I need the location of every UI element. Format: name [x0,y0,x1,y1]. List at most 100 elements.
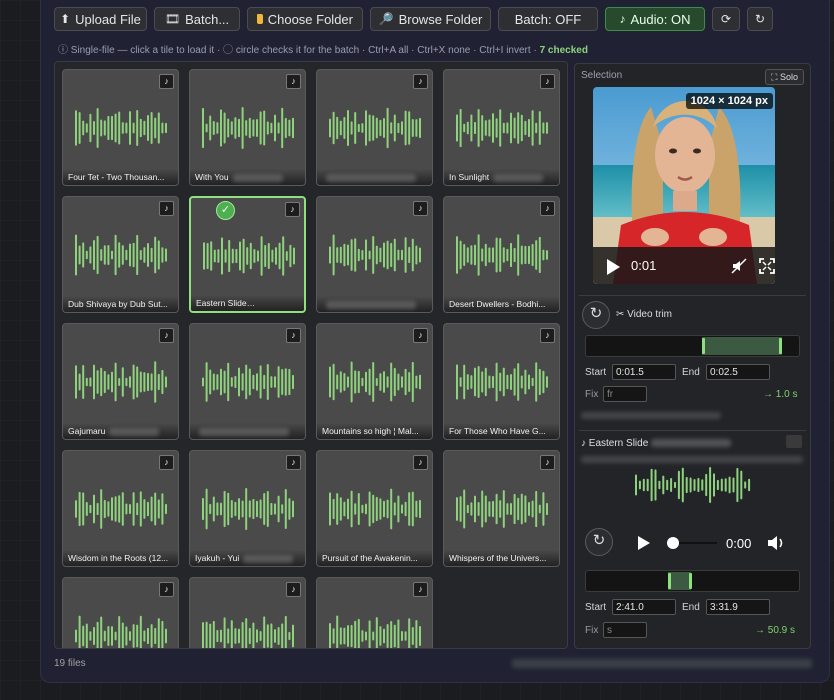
caption-redacted [493,173,544,182]
video-fix-label: Fix [585,389,599,400]
tile-caption: Iyakuh - Yui [190,550,305,566]
reload-button[interactable]: ↻ [747,7,773,31]
upload-file-button[interactable]: ⬆ Upload File [54,7,147,31]
batch-button[interactable]: 🎞 Batch... [154,7,240,31]
file-tile[interactable]: ♪ [316,69,433,186]
file-tile[interactable]: ♪ Pursuit of the Awakenin... [316,450,433,567]
music-note-icon: ♪ [540,455,555,470]
muted-speaker-icon[interactable] [731,258,747,274]
audio-seek-bar[interactable] [679,542,717,544]
tile-caption-text: Four Tet - Two Thousan... [68,172,165,182]
selection-panel: Selection ⛶ Solo 1024 × 1024 px 0:01 ↻ ✂… [574,63,811,649]
caption-redacted [199,427,289,436]
caption-redacted [326,300,416,309]
waveform-icon [456,489,548,529]
tile-caption-text: In Sunlight [449,172,490,182]
file-tile[interactable]: ♪ Iyakuh - Yui [189,450,306,567]
waveform-bar [720,478,723,492]
waveform-icon [329,107,421,149]
audio-option-toggle[interactable] [786,435,802,448]
video-trim-start-handle[interactable] [702,338,706,354]
music-note-icon: ♪ [285,202,300,217]
caption-redacted [243,554,294,563]
video-trim-end-handle[interactable] [779,338,783,354]
audio-start-field[interactable] [612,599,676,615]
fullscreen-icon[interactable] [759,258,775,274]
waveform-bar [654,469,657,501]
file-tile[interactable]: ♪ ✓ Eastern Slide [189,196,306,313]
video-play-icon[interactable] [607,259,620,275]
waveform-bar [744,481,747,489]
solo-button[interactable]: ⛶ Solo [765,69,804,85]
waveform-bar [681,467,684,503]
video-trim-label: ✂ Video trim [616,309,672,320]
audio-reset-button[interactable]: ↻ [585,528,613,556]
audio-end-field[interactable] [706,599,770,615]
file-tile[interactable]: ♪ With You [189,69,306,186]
video-trim-selection [702,337,783,355]
file-tile[interactable]: ♪ Mountains so high ¦ Mal... [316,323,433,440]
file-tile[interactable]: ♪ [189,577,306,648]
file-tile[interactable]: ♪ [62,577,179,648]
video-info-redacted [581,412,721,419]
waveform-icon [456,234,548,276]
waveform-bar [650,468,653,502]
folder-icon [257,14,263,24]
audio-seek-knob[interactable] [667,537,679,549]
waveform-icon [75,489,167,529]
music-note-icon: ♪ [413,455,428,470]
video-trim-track[interactable] [585,335,800,357]
music-note-icon: ♪ [159,455,174,470]
file-tile[interactable]: ♪ Dub Shivaya by Dub Sut... [62,196,179,313]
audio-trim-start-handle[interactable] [668,573,672,589]
reset-icon: ↻ [592,532,606,549]
audio-toggle-label: Audio: ON [630,11,691,27]
batch-check-icon[interactable]: ✓ [216,201,235,220]
file-tile[interactable]: ♪ Gajumaru [62,323,179,440]
video-reset-button[interactable]: ↻ [582,301,610,329]
waveform-icon [202,362,294,402]
file-tile[interactable]: ♪ [316,196,433,313]
batch-toggle-button[interactable]: Batch: OFF [498,7,598,31]
video-start-field[interactable] [612,364,676,380]
file-tile[interactable]: ♪ Four Tet - Two Thousan... [62,69,179,186]
tile-caption-text: Whispers of the Univers... [449,553,547,563]
file-tile[interactable]: ♪ [189,323,306,440]
video-fix-field[interactable] [603,386,647,402]
music-note-icon: ♪ [286,74,301,89]
divider [579,430,806,431]
audio-info-redacted [581,456,803,463]
audio-trim-end-handle[interactable] [688,573,692,589]
file-tile[interactable]: ♪ Whispers of the Univers... [443,450,560,567]
waveform-bar [677,470,680,500]
browse-folder-button[interactable]: 🔎 Browse Folder [370,7,491,31]
file-tile[interactable]: ♪ [316,577,433,648]
file-tile[interactable]: ♪ For Those Who Have G... [443,323,560,440]
waveform-bar [697,477,700,493]
tile-caption: Whispers of the Univers... [444,550,559,566]
choose-folder-button[interactable]: Choose Folder [247,7,363,31]
audio-fix-field[interactable] [603,622,647,638]
waveform-bar [748,478,751,492]
video-end-field[interactable] [706,364,770,380]
video-controls: 0:01 [593,247,775,284]
waveform-bar [635,474,637,496]
tile-caption: Pursuit of the Awakenin... [317,550,432,566]
file-grid: ♪ Four Tet - Two Thousan... ♪ With You ♪ ♪ In … [54,61,568,649]
tile-caption: Mountains so high ¦ Mal... [317,423,432,439]
file-tile[interactable]: ♪ In Sunlight [443,69,560,186]
audio-toggle-button[interactable]: ♪ Audio: ON [605,7,705,31]
waveform-bar [670,478,673,492]
tile-caption-text: Dub Shivaya by Dub Sut... [68,299,168,309]
video-duration: → 1.0 s [763,389,798,400]
audio-play-icon[interactable] [638,536,650,550]
volume-icon[interactable] [766,534,786,552]
audio-trim-track[interactable] [585,570,800,592]
tile-caption-text: Gajumaru [68,426,106,436]
video-preview[interactable]: 1024 × 1024 px 0:01 [593,87,775,284]
music-note-icon: ♪ [286,582,301,597]
file-tile[interactable]: ♪ Wisdom in the Roots (12... [62,450,179,567]
file-tile[interactable]: ♪ Desert Dwellers - Bodhi... [443,196,560,313]
waveform-icon [456,108,548,148]
refresh-button[interactable]: ⟳ [712,7,740,31]
